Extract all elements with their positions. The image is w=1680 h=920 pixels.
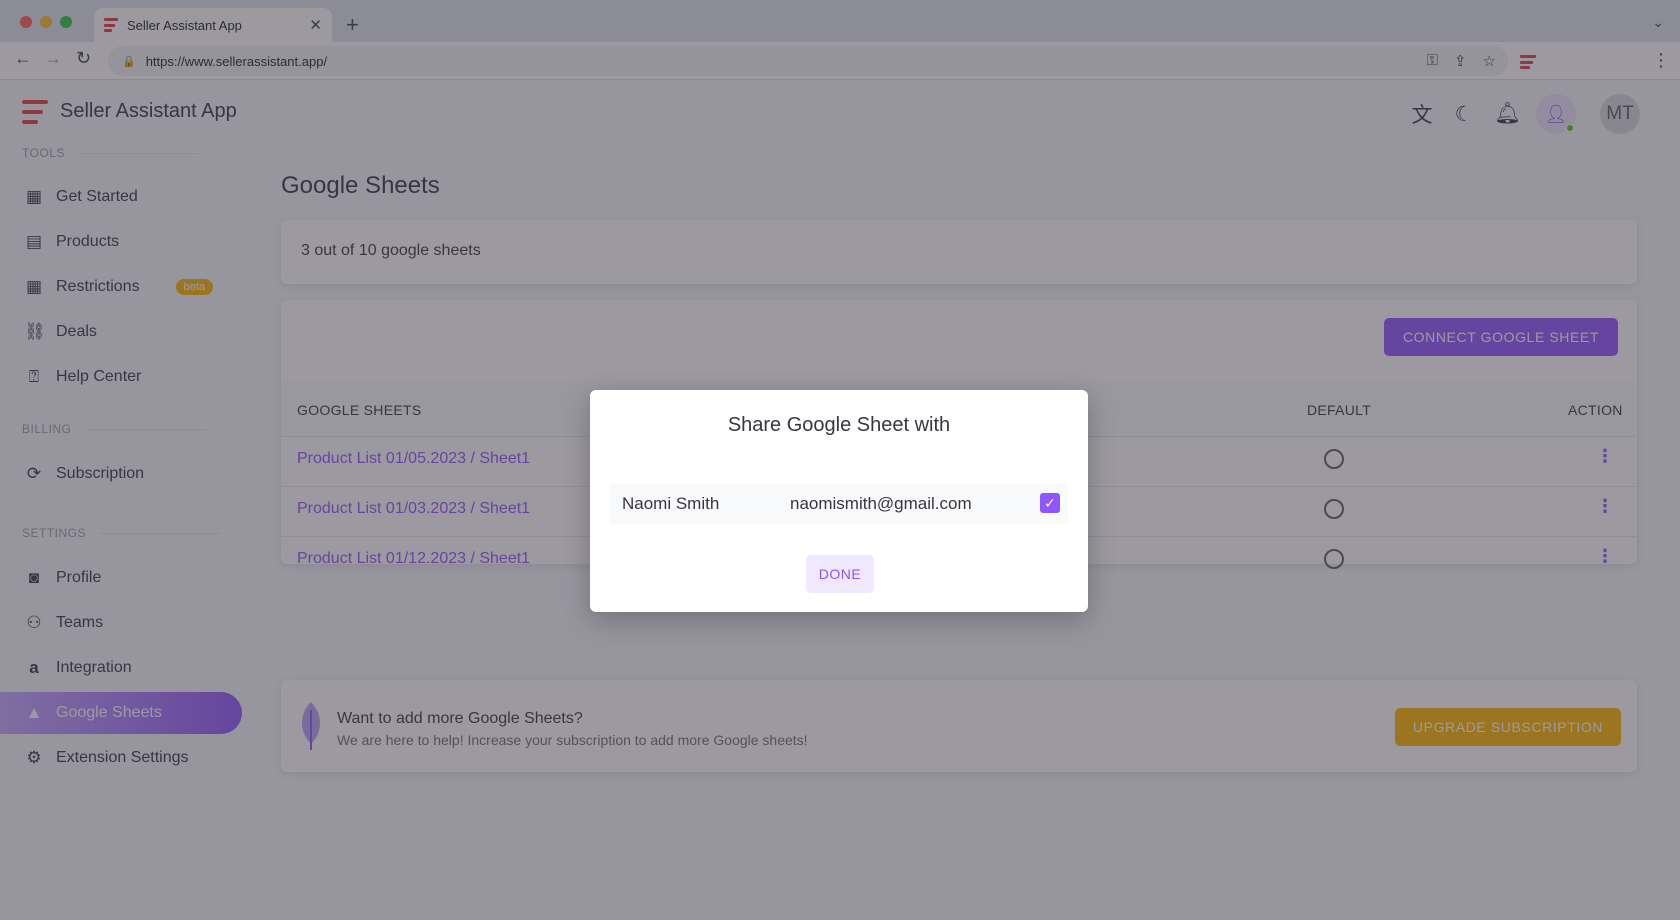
recipient-email: naomismith@gmail.com <box>790 494 972 513</box>
share-dialog: Share Google Sheet with Naomi Smith naom… <box>590 390 1088 612</box>
share-checkbox[interactable]: ✓ <box>1040 493 1060 513</box>
dialog-title: Share Google Sheet with <box>727 414 951 436</box>
recipient-name: Naomi Smith <box>622 494 720 513</box>
done-button[interactable]: DONE <box>806 555 874 593</box>
share-recipient-row: Naomi Smith naomismith@gmail.com ✓ <box>610 484 1068 524</box>
